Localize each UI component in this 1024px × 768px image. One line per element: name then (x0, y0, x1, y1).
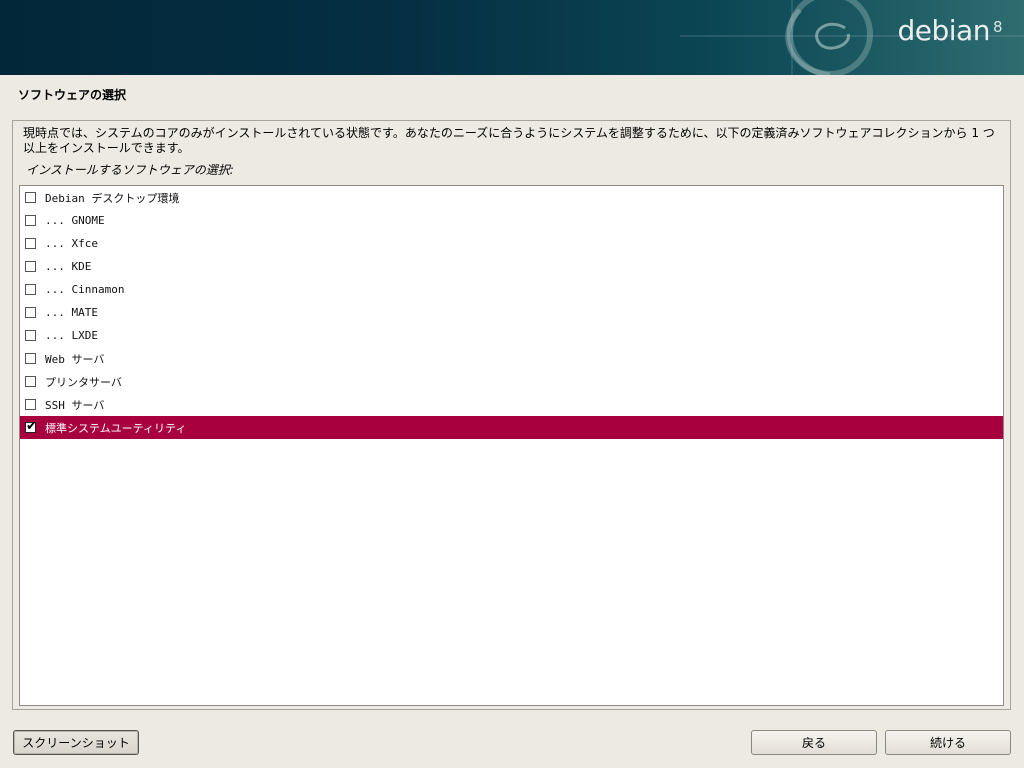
software-list[interactable]: Debian デスクトップ環境 ... GNOME ... Xfce ... KDE.… (19, 185, 1004, 706)
checkbox[interactable] (25, 215, 36, 226)
checkbox[interactable] (25, 192, 36, 203)
software-option-label: ... LXDE (45, 329, 98, 342)
page-title: ソフトウェアの選択 (18, 88, 127, 102)
checkbox[interactable] (25, 238, 36, 249)
selection-prompt: インストールするソフトウェアの選択: (26, 163, 234, 177)
software-option-label: 標準システムユーティリティ (45, 421, 187, 435)
software-option-label: ... Xfce (45, 237, 98, 250)
software-option[interactable]: Web サーバ (20, 347, 1003, 370)
debian-banner: debian 8 (0, 0, 1024, 75)
software-option-label: Web サーバ (45, 352, 105, 366)
screenshot-button[interactable]: スクリーンショット (13, 730, 139, 755)
debian-logo-text: debian 8 (897, 14, 1002, 47)
checkbox[interactable] (25, 307, 36, 318)
software-option-label: SSH サーバ (45, 398, 105, 412)
software-option-label: ... MATE (45, 306, 98, 319)
check-mark-icon: ✔ (26, 419, 37, 434)
checkbox[interactable] (25, 261, 36, 272)
software-option[interactable]: ... Cinnamon (20, 278, 1003, 301)
back-button[interactable]: 戻る (751, 730, 877, 755)
software-option-label: ... GNOME (45, 214, 105, 227)
checkbox[interactable] (25, 399, 36, 410)
software-option[interactable]: ✔ 標準システムユーティリティ (20, 416, 1003, 439)
software-option[interactable]: SSH サーバ (20, 393, 1003, 416)
software-option[interactable]: プリンタサーバ (20, 370, 1003, 393)
software-option-label: プリンタサーバ (45, 375, 122, 389)
software-option[interactable]: ... KDE (20, 255, 1003, 278)
software-option-label: ... KDE (45, 260, 92, 273)
checkbox[interactable] (25, 353, 36, 364)
checkbox[interactable] (25, 330, 36, 341)
checkbox[interactable] (25, 284, 36, 295)
brand-name: debian (897, 14, 990, 47)
software-option-label: ... Cinnamon (45, 283, 125, 296)
software-option[interactable]: Debian デスクトップ環境 (20, 186, 1003, 209)
continue-button[interactable]: 続ける (885, 730, 1011, 755)
software-option[interactable]: ... LXDE (20, 324, 1003, 347)
checkbox[interactable] (25, 376, 36, 387)
checkbox[interactable]: ✔ (25, 419, 37, 434)
software-option-label: Debian デスクトップ環境 (45, 191, 180, 205)
software-option[interactable]: ... MATE (20, 301, 1003, 324)
brand-version: 8 (992, 18, 1003, 36)
description-text: 現時点では、システムのコアのみがインストールされている状態です。あなたのニーズに… (23, 126, 995, 155)
software-option[interactable]: ... Xfce (20, 232, 1003, 255)
software-option[interactable]: ... GNOME (20, 209, 1003, 232)
